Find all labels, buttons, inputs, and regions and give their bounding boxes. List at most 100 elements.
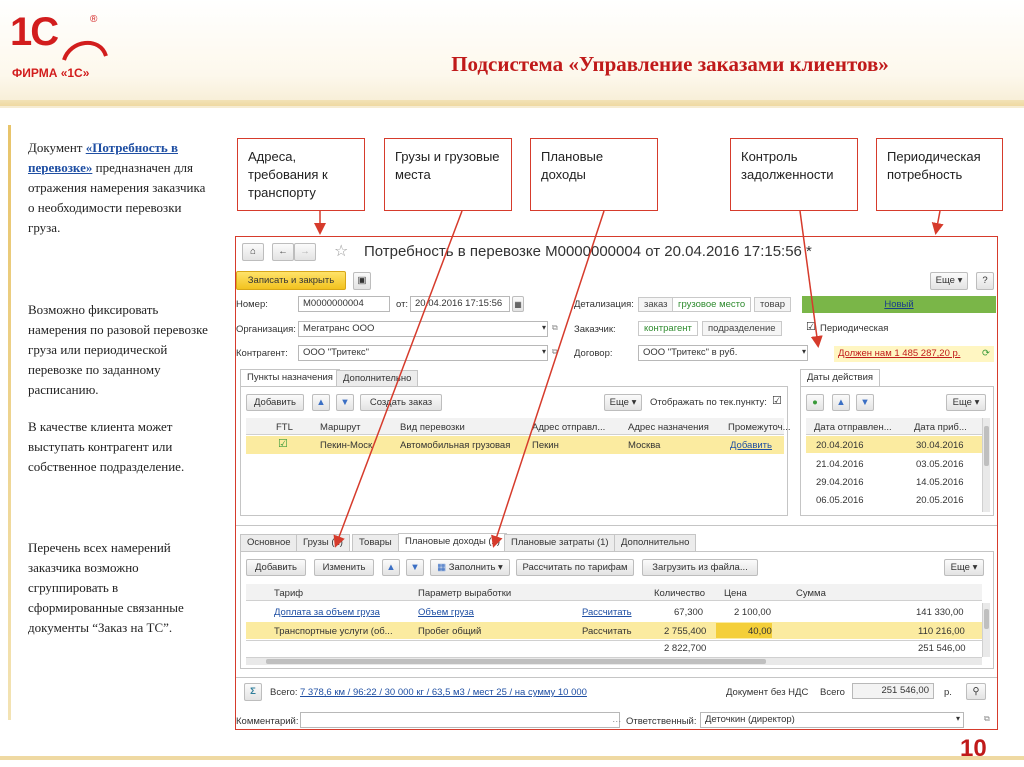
detail-goods[interactable]: товар	[754, 297, 792, 312]
tab-bottom-extra[interactable]: Дополнительно	[614, 534, 697, 551]
arrow-up-icon: ▲	[386, 562, 396, 573]
tab-main[interactable]: Основное	[240, 534, 298, 551]
resp-open-icon[interactable]: ⧉	[984, 714, 990, 724]
create-order-button[interactable]: Создать заказ	[360, 394, 442, 411]
col-route: Маршрут	[320, 422, 361, 433]
dest-add-button[interactable]: Добавить	[246, 394, 304, 411]
fill-button[interactable]: ▦ Заполнить ▾	[430, 559, 510, 576]
contr-open-icon[interactable]: ⧉	[552, 347, 558, 357]
sum-field: 251 546,00	[852, 683, 934, 699]
calc-link-0[interactable]: Рассчитать	[582, 607, 632, 618]
customer-counterparty[interactable]: контрагент	[638, 321, 698, 336]
cell-qty-1: 2 755,400	[664, 626, 707, 637]
tab-destinations[interactable]: Пункты назначения	[240, 369, 340, 387]
cell-arr-2: 14.05.2016	[916, 477, 964, 488]
calc-link-1[interactable]: Рассчитать	[582, 626, 632, 637]
dates-down-button[interactable]: ▼	[856, 394, 874, 411]
periodic-checkbox[interactable]: ☑	[806, 320, 816, 333]
cell-to: Москва	[628, 440, 661, 451]
income-more-button[interactable]: Еще ▾	[944, 559, 984, 576]
detail-label: Детализация:	[574, 299, 634, 310]
org-label: Организация:	[236, 324, 296, 335]
org-dropdown-icon[interactable]: ▾	[542, 323, 546, 332]
cell-tariff-0[interactable]: Доплата за объем груза	[274, 607, 380, 618]
logo-registered-mark: ®	[90, 14, 98, 25]
tab-planned-income[interactable]: Плановые доходы (2)	[398, 533, 508, 551]
calendar-button[interactable]: ▦	[512, 296, 524, 312]
cell-price-1[interactable]: 40,00	[748, 626, 772, 637]
load-file-button[interactable]: Загрузить из файла...	[642, 559, 758, 576]
detail-order[interactable]: заказ	[638, 297, 674, 312]
cell-param-0[interactable]: Объем груза	[418, 607, 474, 618]
add-intermediate-link[interactable]: Добавить	[730, 440, 772, 451]
income-hscroll-thumb[interactable]	[266, 659, 766, 664]
vat-label: Документ без НДС	[726, 687, 809, 698]
col-departure: Дата отправлен...	[814, 422, 892, 433]
search-button[interactable]: ⚲	[966, 683, 986, 700]
resp-dropdown-icon[interactable]: ▾	[956, 714, 960, 723]
save-close-button[interactable]: Записать и закрыть	[236, 271, 346, 290]
number-field[interactable]: М0000000004	[298, 296, 390, 312]
tab-goods[interactable]: Товары	[352, 534, 399, 551]
income-down-button[interactable]: ▼	[406, 559, 424, 576]
dest-more-button[interactable]: Еще ▾	[604, 394, 642, 411]
comment-expand-icon[interactable]: …	[612, 714, 622, 725]
back-button[interactable]: ←	[272, 243, 294, 261]
comment-field[interactable]	[300, 712, 620, 728]
org-field[interactable]: Мегатранс ООО	[298, 321, 548, 337]
income-hscrollbar[interactable]	[246, 657, 982, 665]
tab-dates[interactable]: Даты действия	[800, 369, 881, 387]
dest-up-button[interactable]: ▲	[312, 394, 330, 411]
forward-button[interactable]: →	[294, 243, 316, 261]
logo-subtitle: ФИРМА «1С»	[12, 66, 90, 80]
date-field[interactable]: 20.04.2016 17:15:56	[410, 296, 510, 312]
dates-add-button[interactable]: ●	[806, 394, 824, 411]
income-add-button[interactable]: Добавить	[246, 559, 306, 576]
dest-down-button[interactable]: ▼	[336, 394, 354, 411]
dates-more-button[interactable]: Еще ▾	[946, 394, 986, 411]
income-vscrollbar[interactable]	[982, 603, 990, 657]
divider	[236, 525, 997, 526]
refresh-icon[interactable]: ⟳	[982, 346, 990, 362]
tab-planned-costs[interactable]: Плановые затраты (1)	[504, 534, 616, 551]
col-mid: Промежуточ...	[728, 422, 791, 433]
contract-dropdown-icon[interactable]: ▾	[802, 347, 806, 356]
debt-indicator[interactable]: Должен нам 1 485 287,20 р. ⟳	[834, 346, 994, 362]
window-title: Потребность в перевозке М0000000004 от 2…	[364, 243, 812, 260]
sigma-button[interactable]: Σ	[244, 683, 262, 701]
detail-cargo-place[interactable]: грузовое место	[672, 297, 752, 312]
save-button[interactable]: ▣	[353, 272, 371, 290]
table-icon: ▦	[437, 562, 447, 573]
star-icon[interactable]: ☆	[334, 241, 348, 261]
paragraph-document-intro: Документ «Потребность в перевозке» предн…	[28, 138, 213, 238]
col-kind: Вид перевозки	[400, 422, 465, 433]
dates-scrollbar[interactable]	[982, 418, 990, 512]
totals-link[interactable]: 7 378,6 км / 96:22 / 30 000 кг / 63,5 м3…	[300, 687, 587, 698]
ftl-checkbox[interactable]: ☑	[278, 437, 288, 450]
more-button[interactable]: Еще ▾	[930, 272, 968, 290]
income-change-button[interactable]: Изменить	[314, 559, 374, 576]
org-open-icon[interactable]: ⧉	[552, 323, 558, 333]
income-up-button[interactable]: ▲	[382, 559, 400, 576]
dates-scroll-thumb[interactable]	[984, 426, 989, 466]
divider	[246, 640, 982, 641]
show-by-point-checkbox[interactable]: ☑	[772, 394, 782, 407]
status-badge[interactable]: Новый	[802, 296, 996, 313]
contr-field[interactable]: ООО "Тритекс"	[298, 345, 548, 361]
dates-up-button[interactable]: ▲	[832, 394, 850, 411]
tab-dest-extra[interactable]: Дополнительно	[336, 370, 419, 387]
contr-dropdown-icon[interactable]: ▾	[542, 347, 546, 356]
cell-param-1: Пробег общий	[418, 626, 482, 637]
calc-tariff-button[interactable]: Рассчитать по тарифам	[516, 559, 634, 576]
footer-divider	[0, 756, 1024, 760]
plus-circle-icon: ●	[812, 397, 818, 408]
logo-text: 1С	[10, 10, 59, 54]
customer-department[interactable]: подразделение	[702, 321, 782, 336]
floppy-icon: ▣	[357, 275, 367, 286]
income-vscroll-thumb[interactable]	[984, 609, 989, 629]
contract-field[interactable]: ООО "Тритекс" в руб.	[638, 345, 808, 361]
tab-cargo[interactable]: Грузы (1)	[296, 534, 350, 551]
home-button[interactable]: ⌂	[242, 243, 264, 261]
resp-field[interactable]: Деточкин (директор)	[700, 712, 964, 728]
help-button[interactable]: ?	[976, 272, 994, 290]
